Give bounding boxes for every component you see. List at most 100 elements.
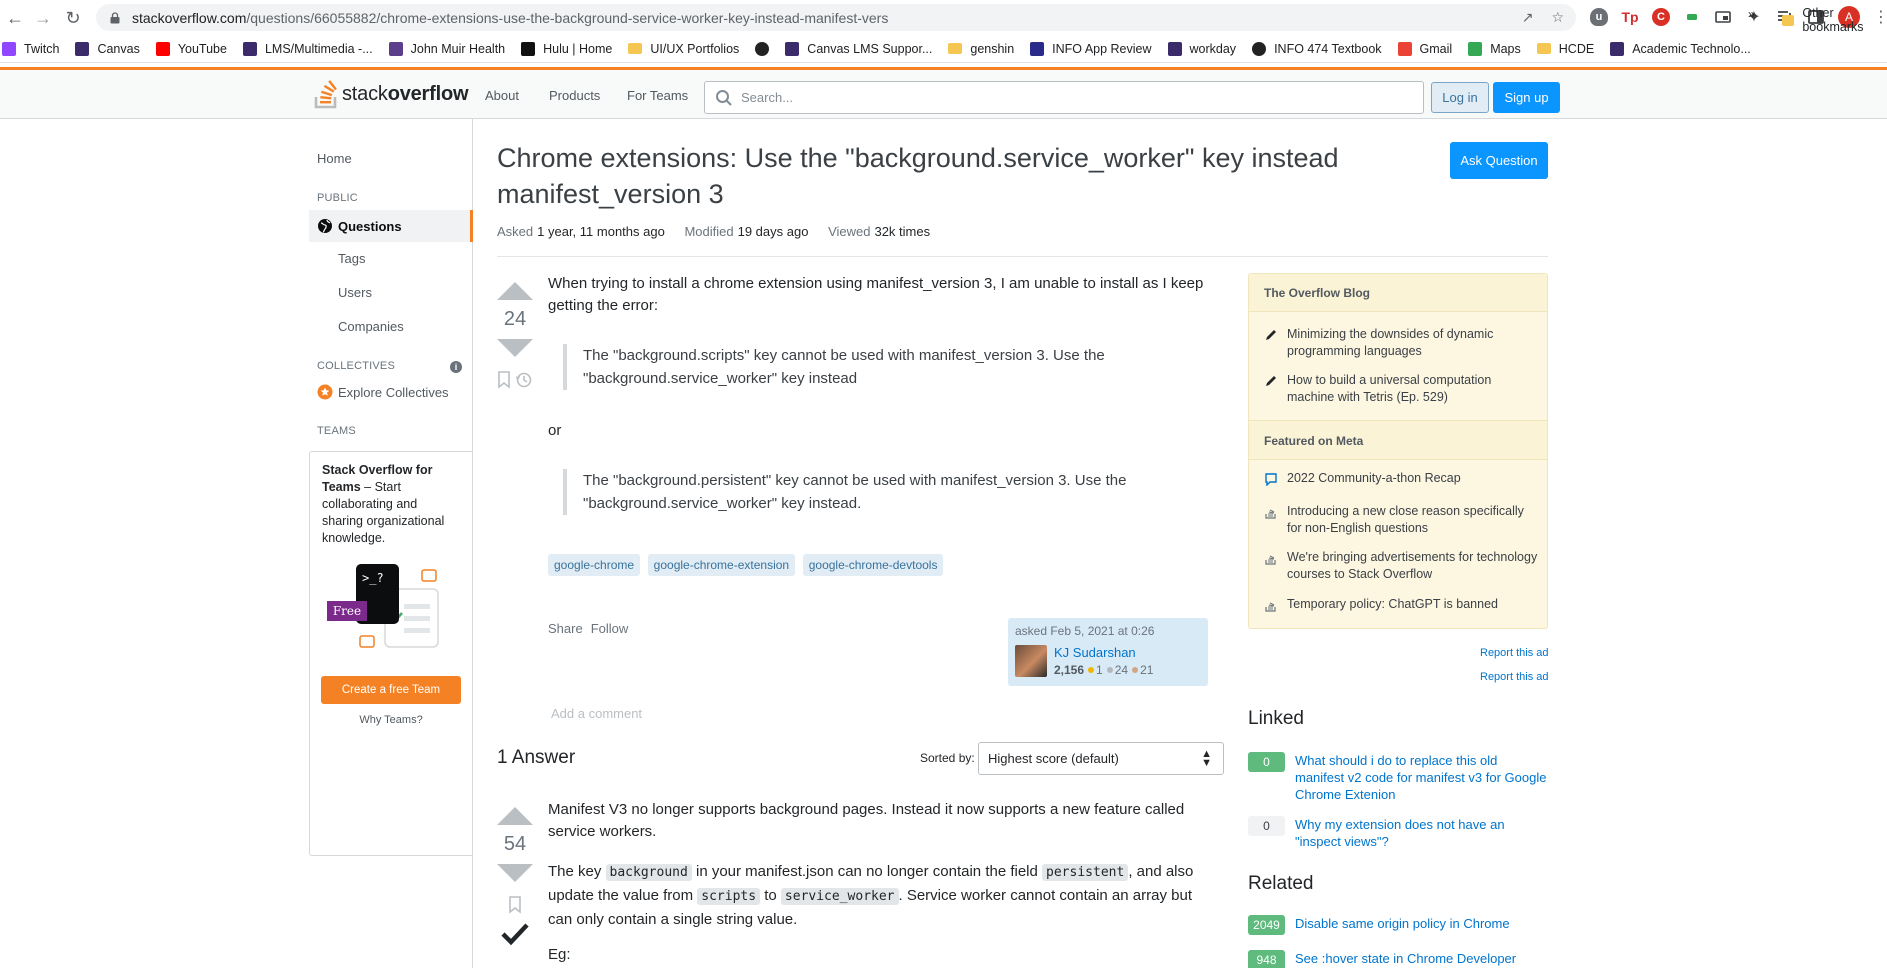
question-score: 24 — [503, 308, 527, 330]
back-icon[interactable]: ← — [2, 5, 28, 31]
bookmark-item[interactable]: Twitch — [2, 41, 59, 56]
sidebar-item-questions[interactable]: Questions — [309, 210, 473, 242]
chat-bubble-icon — [1265, 473, 1277, 486]
code-service-worker: service_worker — [780, 888, 899, 905]
linked-link[interactable]: What should i do to replace this old man… — [1295, 752, 1548, 803]
stackoverflow-logo[interactable]: stackoverflow — [314, 79, 469, 109]
follow-link[interactable]: Follow — [591, 621, 629, 636]
report-ad-link[interactable]: Report this ad — [1480, 647, 1548, 659]
tab-manager-icon[interactable] — [1714, 8, 1732, 26]
meta-item[interactable]: Temporary policy: ChatGPT is banned — [1264, 596, 1539, 613]
why-teams-link[interactable]: Why Teams? — [310, 714, 472, 726]
add-comment-link[interactable]: Add a comment — [551, 706, 642, 721]
folder-icon — [628, 43, 643, 54]
meta-item[interactable]: We're bringing advertisements for techno… — [1264, 549, 1539, 583]
sidebar-item-users[interactable]: Users — [338, 285, 372, 300]
bookmark-item[interactable]: genshin — [948, 42, 1014, 56]
related-link[interactable]: Disable same origin policy in Chrome — [1295, 915, 1548, 932]
share-link[interactable]: Share — [548, 621, 583, 636]
upvote-icon[interactable] — [497, 282, 533, 300]
meta-item[interactable]: Introducing a new close reason specifica… — [1264, 503, 1539, 537]
sidebar-item-explore-collectives[interactable]: Explore Collectives — [317, 384, 449, 400]
page-title[interactable]: Chrome extensions: Use the "background.s… — [497, 140, 1377, 212]
nav-for-teams[interactable]: For Teams — [627, 88, 688, 103]
meta-item[interactable]: 2022 Community-a-thon Recap — [1264, 470, 1539, 487]
bookmark-label: Academic Technolo... — [1632, 41, 1751, 56]
bookmark-item[interactable] — [755, 41, 777, 56]
other-bookmarks[interactable]: Other bookmarks — [1782, 6, 1887, 34]
bookmark-item[interactable]: Canvas — [75, 41, 140, 56]
teams-promo: Stack Overflow for Teams – Start collabo… — [309, 451, 473, 856]
bookmark-item[interactable]: Academic Technolo... — [1610, 41, 1751, 56]
folder-icon — [1782, 14, 1795, 26]
w-icon — [1610, 41, 1625, 56]
bookmark-label: YouTube — [177, 41, 227, 56]
forward-icon[interactable]: → — [30, 5, 56, 31]
bookmarks-overflow-chevron-icon[interactable]: » — [1748, 7, 1755, 21]
address-bar[interactable]: stackoverflow.com/questions/66055882/chr… — [96, 4, 1576, 31]
bookmark-icon[interactable] — [508, 896, 522, 914]
bookmark-item[interactable]: workday — [1167, 41, 1237, 56]
left-sidebar: Home PUBLIC Questions Tags Users Compani… — [309, 119, 473, 968]
asked-timestamp[interactable]: asked Feb 5, 2021 at 0:26 — [1015, 624, 1201, 638]
share-icon[interactable]: ↗ — [1522, 9, 1534, 26]
bookmark-item[interactable]: Maps — [1468, 41, 1521, 56]
reload-icon[interactable]: ↻ — [60, 5, 86, 31]
info-icon[interactable]: i — [450, 361, 462, 373]
history-icon[interactable] — [515, 371, 533, 389]
sidebar-item-home[interactable]: Home — [317, 151, 352, 166]
related-score: 2049 — [1248, 915, 1285, 935]
bookmark-label: LMS/Multimedia -... — [264, 41, 373, 56]
tag-google-chrome[interactable]: google-chrome — [548, 554, 641, 576]
report-ad-link[interactable]: Report this ad — [1480, 671, 1548, 683]
bookmark-label: workday — [1189, 41, 1237, 56]
sidebar-heading-collectives: COLLECTIVES — [317, 360, 396, 372]
question-body-or: or — [548, 422, 562, 439]
w-icon — [242, 41, 257, 56]
avatar[interactable] — [1015, 645, 1047, 677]
modified-value[interactable]: 19 days ago — [738, 224, 809, 239]
meta-item-text: 2022 Community-a-thon Recap — [1287, 471, 1461, 485]
folder-icon — [948, 43, 963, 54]
create-team-button[interactable]: Create a free Team — [321, 676, 461, 704]
divider — [497, 256, 1548, 257]
sort-select[interactable]: Highest score (default) ▲ ▼ — [978, 742, 1224, 775]
downvote-icon[interactable] — [497, 864, 533, 882]
free-badge: Free — [327, 601, 367, 621]
nav-about[interactable]: About — [485, 88, 519, 103]
user-name-link[interactable]: KJ Sudarshan — [1054, 645, 1136, 660]
related-link[interactable]: See :hover state in Chrome Developer Too… — [1295, 950, 1548, 968]
bookmark-item[interactable]: LMS/Multimedia -... — [242, 41, 373, 56]
bookmark-item[interactable]: Gmail — [1397, 41, 1452, 56]
tag-google-chrome-extension[interactable]: google-chrome-extension — [647, 554, 796, 576]
ask-question-button[interactable]: Ask Question — [1450, 142, 1548, 179]
honey-icon[interactable]: C — [1652, 8, 1670, 26]
ublock-icon[interactable]: u — [1590, 8, 1608, 26]
login-button[interactable]: Log in — [1431, 82, 1489, 113]
signup-button[interactable]: Sign up — [1493, 82, 1560, 113]
bookmark-item[interactable]: UI/UX Portfolios — [628, 42, 739, 56]
downvote-icon[interactable] — [497, 339, 533, 357]
bookmark-item[interactable]: Hulu | Home — [521, 41, 612, 56]
sidebar-item-companies[interactable]: Companies — [338, 319, 404, 334]
tag-google-chrome-devtools[interactable]: google-chrome-devtools — [802, 554, 944, 576]
nav-products[interactable]: Products — [549, 88, 600, 103]
linked-link[interactable]: Why my extension does not have an "inspe… — [1295, 816, 1548, 850]
bookmark-item[interactable]: John Muir Health — [388, 41, 505, 56]
search-input[interactable]: Search... — [704, 81, 1424, 114]
sidebar-item-tags[interactable]: Tags — [338, 251, 365, 266]
ext-leaf-icon[interactable] — [1683, 8, 1701, 26]
asked-value[interactable]: 1 year, 11 months ago — [537, 224, 665, 239]
bookmark-item[interactable]: Canvas LMS Suppor... — [785, 41, 932, 56]
blog-item[interactable]: Minimizing the downsides of dynamic prog… — [1264, 326, 1539, 360]
search-placeholder: Search... — [741, 90, 794, 105]
blog-item[interactable]: How to build a universal computation mac… — [1264, 372, 1539, 406]
bookmark-item[interactable]: INFO App Review — [1030, 41, 1152, 56]
bookmark-item[interactable]: INFO 474 Textbook — [1252, 41, 1382, 56]
bookmark-star-icon[interactable]: ☆ — [1551, 9, 1564, 26]
tp-icon[interactable]: Tp — [1621, 8, 1639, 26]
bookmark-icon[interactable] — [497, 371, 511, 389]
upvote-icon[interactable] — [497, 807, 533, 825]
bookmark-item[interactable]: HCDE — [1536, 42, 1594, 56]
bookmark-item[interactable]: YouTube — [155, 41, 227, 56]
